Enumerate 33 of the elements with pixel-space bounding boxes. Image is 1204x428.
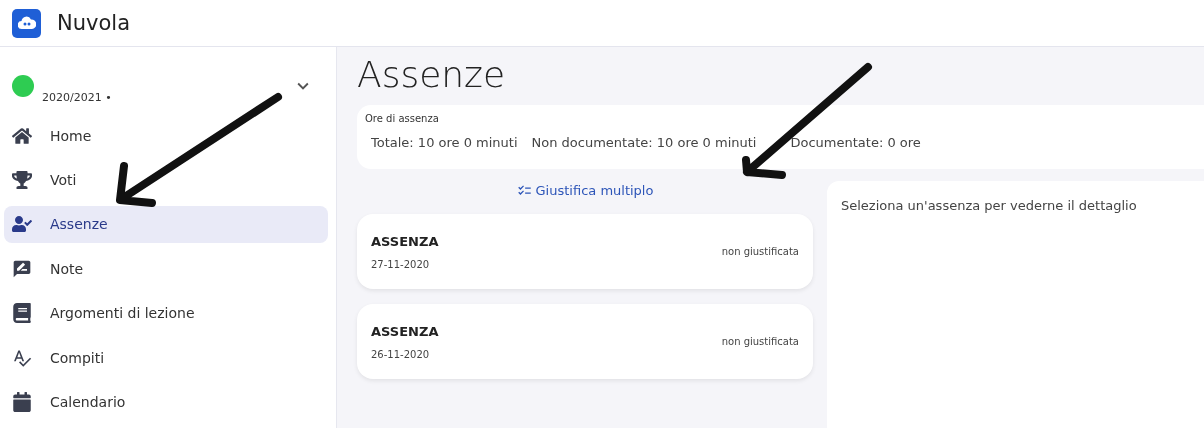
- sidebar-item[interactable]: Calendario: [4, 383, 328, 421]
- absence-card[interactable]: ASSENZA 26-11-2020 non giustificata: [357, 304, 813, 379]
- year-status-dot: [12, 75, 34, 97]
- calendar-icon: [12, 392, 32, 413]
- summary-title: Ore di assenza: [365, 113, 440, 124]
- page-title: Assenze: [357, 53, 507, 97]
- school-year: 2020/2021 •: [42, 91, 113, 104]
- summary-stat: Totale: 10 ore 0 minuti: [371, 135, 518, 150]
- sidebar-item[interactable]: Voti: [4, 161, 328, 199]
- summary-stat: Documentate: 0 ore: [790, 135, 921, 150]
- justify-multiple-button[interactable]: Giustifica multiplo: [512, 181, 658, 200]
- home-icon: [12, 125, 32, 146]
- sidebar-item[interactable]: Compiti: [4, 339, 328, 377]
- detail-message: Seleziona un'assenza per vederne il dettaglio: [841, 198, 1137, 213]
- checklist-icon: [516, 183, 532, 198]
- absence-date: 26-11-2020: [371, 348, 431, 360]
- book-icon: [12, 303, 32, 324]
- absence-card[interactable]: ASSENZA 27-11-2020 non giustificata: [357, 214, 813, 289]
- absence-type: ASSENZA: [371, 323, 439, 339]
- app-title: Nuvola: [57, 11, 130, 35]
- absence-type: ASSENZA: [371, 233, 439, 249]
- absence-status: non giustificata: [721, 336, 799, 347]
- sidebar-item[interactable]: Assenze: [4, 205, 328, 244]
- user-check-icon: [12, 214, 32, 235]
- sidebar-item[interactable]: Home: [4, 116, 328, 155]
- absence-status: non giustificata: [721, 246, 799, 257]
- summary-stat: Non documentate: 10 ore 0 minuti: [531, 135, 757, 150]
- sidebar-item[interactable]: Note: [4, 250, 328, 288]
- absence-date: 27-11-2020: [371, 258, 431, 270]
- comment-pencil-icon: [12, 258, 32, 279]
- trophy-icon: [12, 170, 32, 190]
- app-logo-icon: [12, 8, 41, 38]
- sidebar-item[interactable]: Argomenti di lezione: [4, 294, 328, 333]
